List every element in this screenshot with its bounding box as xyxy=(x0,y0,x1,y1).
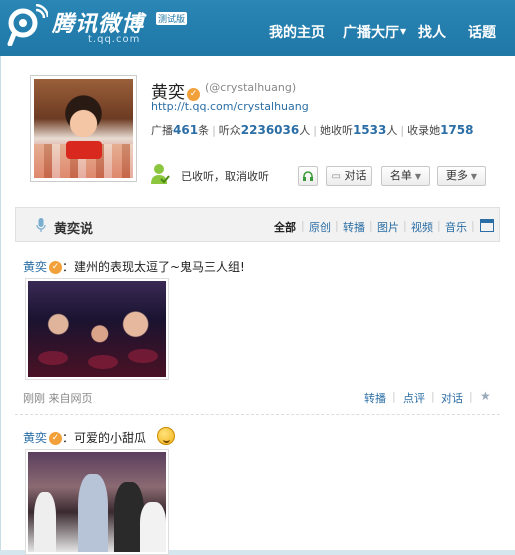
nav-item-home[interactable]: 我的主页 xyxy=(269,22,325,42)
post-divider xyxy=(15,414,500,415)
chevron-down-icon: ▼ xyxy=(400,27,407,36)
comment-link[interactable]: 点评 xyxy=(403,390,425,406)
post-photo xyxy=(28,452,166,552)
feed-title: 黄奕说 xyxy=(54,222,94,237)
post-author[interactable]: 黄奕 ✓ xyxy=(23,258,63,275)
verified-icon: ✓ xyxy=(49,432,63,445)
post-image[interactable] xyxy=(25,449,169,555)
post-meta: 刚刚 来自网页 xyxy=(23,392,93,405)
chevron-down-icon: ▼ xyxy=(414,172,422,181)
star-icon[interactable]: ★ xyxy=(480,389,491,403)
post-author[interactable]: 黄奕 ✓ xyxy=(23,429,63,446)
filter-video[interactable]: 视频 xyxy=(411,219,433,235)
dialog-button[interactable]: ▭ 对话 xyxy=(326,166,372,186)
smile-emoji-icon xyxy=(157,427,175,445)
feed-tab-bar: 黄奕说 全部 | 原创 | 转播 | 图片 | 视频 | 音乐 | xyxy=(15,207,500,242)
headphones-icon xyxy=(303,171,313,181)
top-bar: 腾讯微博 测试版 t.qq.com 我的主页 广播大厅▼ 找人 话题 xyxy=(0,0,515,56)
repost-link[interactable]: 转播 xyxy=(364,390,386,406)
filter-original[interactable]: 原创 xyxy=(309,219,331,235)
profile-url-link[interactable]: http://t.qq.com/crystalhuang xyxy=(151,100,309,113)
listen-audio-button[interactable] xyxy=(298,166,318,186)
nav-item-label: 广播大厅 xyxy=(343,25,399,41)
more-dropdown-button[interactable]: 更多 ▼ xyxy=(437,166,486,186)
post-image[interactable] xyxy=(25,278,169,380)
profile-stats: 广播461条 | 听众2236036人 | 她收听1533人 | 收录她1758 xyxy=(151,123,474,137)
avatar-image xyxy=(34,79,133,178)
stat-collected[interactable]: 收录她1758 xyxy=(407,123,473,137)
filter-images[interactable]: 图片 xyxy=(377,219,399,235)
verified-icon: ✓ xyxy=(49,261,63,274)
filter-all[interactable]: 全部 xyxy=(274,219,296,235)
filter-repost[interactable]: 转播 xyxy=(343,219,365,235)
stat-following[interactable]: 她收听1533人 xyxy=(320,123,397,137)
microphone-icon xyxy=(36,218,46,232)
stat-broadcast[interactable]: 广播461条 xyxy=(151,123,209,137)
profile-handle: (@crystalhuang) xyxy=(205,81,297,94)
main-nav: 我的主页 广播大厅▼ 找人 话题 xyxy=(0,22,515,42)
nav-item-topics[interactable]: 话题 xyxy=(468,22,496,42)
user-check-icon xyxy=(151,164,170,184)
calendar-icon[interactable] xyxy=(480,219,494,232)
post-text: ：可爱的小甜瓜 xyxy=(62,431,147,445)
speech-bubble-icon: ▭ xyxy=(331,171,341,182)
avatar[interactable] xyxy=(30,75,137,182)
dialog-link[interactable]: 对话 xyxy=(441,390,463,406)
chevron-down-icon: ▼ xyxy=(470,172,478,181)
list-dropdown-button[interactable]: 名单 ▼ xyxy=(381,166,430,186)
nav-item-broadcast-hall[interactable]: 广播大厅▼ xyxy=(343,22,406,42)
post-text: ：建州的表现太逗了~鬼马三人组! xyxy=(62,260,245,274)
follow-status[interactable]: 已收听，取消收听 xyxy=(181,168,269,184)
post-photo xyxy=(28,281,166,377)
nav-item-find-people[interactable]: 找人 xyxy=(418,22,446,42)
stat-listeners[interactable]: 听众2236036人 xyxy=(219,123,310,137)
filter-music[interactable]: 音乐 xyxy=(445,219,467,235)
